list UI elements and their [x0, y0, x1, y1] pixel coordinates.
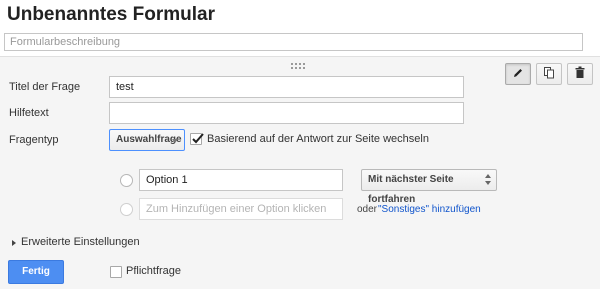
question-title-input[interactable]: test	[109, 76, 464, 98]
checkmark-icon	[192, 133, 204, 144]
advanced-settings-toggle[interactable]: Erweiterte Einstellungen	[21, 236, 140, 248]
question-type-label: Fragentyp	[9, 134, 59, 146]
drag-handle[interactable]	[291, 63, 305, 69]
delete-button[interactable]	[567, 63, 593, 85]
trash-icon	[574, 66, 586, 82]
edit-button[interactable]	[505, 63, 531, 85]
pencil-icon	[512, 67, 524, 82]
or-text: oder	[357, 204, 378, 215]
help-text-input[interactable]	[109, 102, 464, 124]
form-title[interactable]: Unbenanntes Formular	[7, 4, 215, 26]
question-editor: Titel der Frage test Hilfetext Fragentyp…	[0, 56, 600, 289]
branch-label: Basierend auf der Antwort zur Seite wech…	[207, 133, 429, 145]
page-navigation-dropdown[interactable]: Mit nächster Seite fortfahren	[361, 169, 497, 205]
required-checkbox[interactable]	[110, 266, 122, 278]
add-other-link[interactable]: "Sonstiges" hinzufügen	[378, 204, 481, 215]
done-button[interactable]: Fertig	[8, 260, 64, 284]
up-down-arrows-icon	[485, 174, 491, 186]
chevron-down-icon	[172, 139, 178, 143]
question-type-dropdown[interactable]: Auswahlfrage	[109, 129, 185, 151]
option-input[interactable]: Option 1	[139, 169, 343, 191]
duplicate-button[interactable]	[536, 63, 562, 85]
help-text-label: Hilfetext	[9, 107, 49, 119]
question-title-label: Titel der Frage	[9, 81, 81, 93]
add-option-input[interactable]: Zum Hinzufügen einer Option klicken	[139, 198, 343, 220]
branch-checkbox[interactable]	[190, 133, 204, 145]
form-description-input[interactable]: Formularbeschreibung	[4, 33, 583, 51]
page-navigation-value: Mit nächster Seite fortfahren	[368, 174, 454, 205]
copy-icon	[543, 66, 555, 82]
caret-right-icon	[12, 240, 16, 246]
option-radio	[120, 174, 133, 187]
required-label: Pflichtfrage	[126, 265, 182, 277]
add-option-radio	[120, 203, 133, 216]
